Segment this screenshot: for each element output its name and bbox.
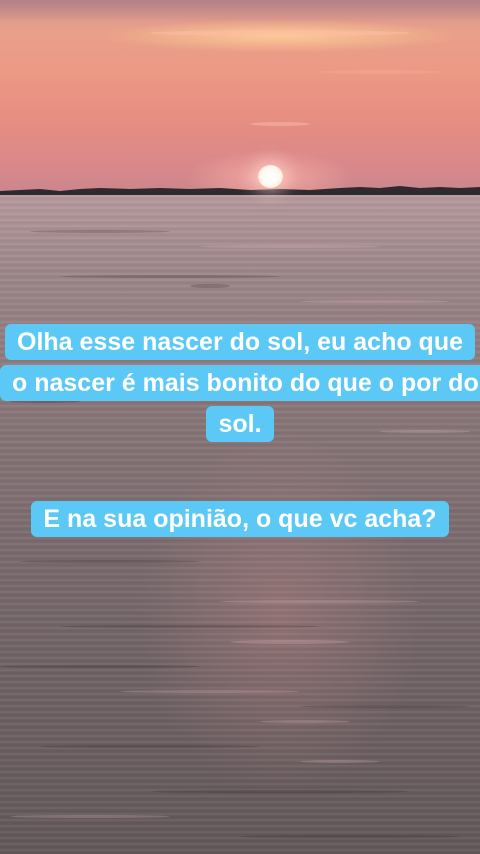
sun bbox=[258, 165, 283, 188]
cloud-wisp bbox=[150, 30, 410, 36]
cloud-wisp bbox=[320, 70, 440, 74]
treeline-horizon bbox=[0, 186, 480, 195]
cloud-wisp bbox=[250, 122, 310, 126]
caption-text-1: Olha esse nascer do sol, eu acho que o n… bbox=[0, 324, 480, 442]
caption-block-2: E na sua opinião, o que vc acha? bbox=[0, 499, 480, 540]
cloud-band bbox=[0, 0, 480, 22]
sky bbox=[0, 0, 480, 195]
caption-block-1: Olha esse nascer do sol, eu acho que o n… bbox=[0, 322, 480, 445]
caption-text-2: E na sua opinião, o que vc acha? bbox=[31, 501, 449, 537]
